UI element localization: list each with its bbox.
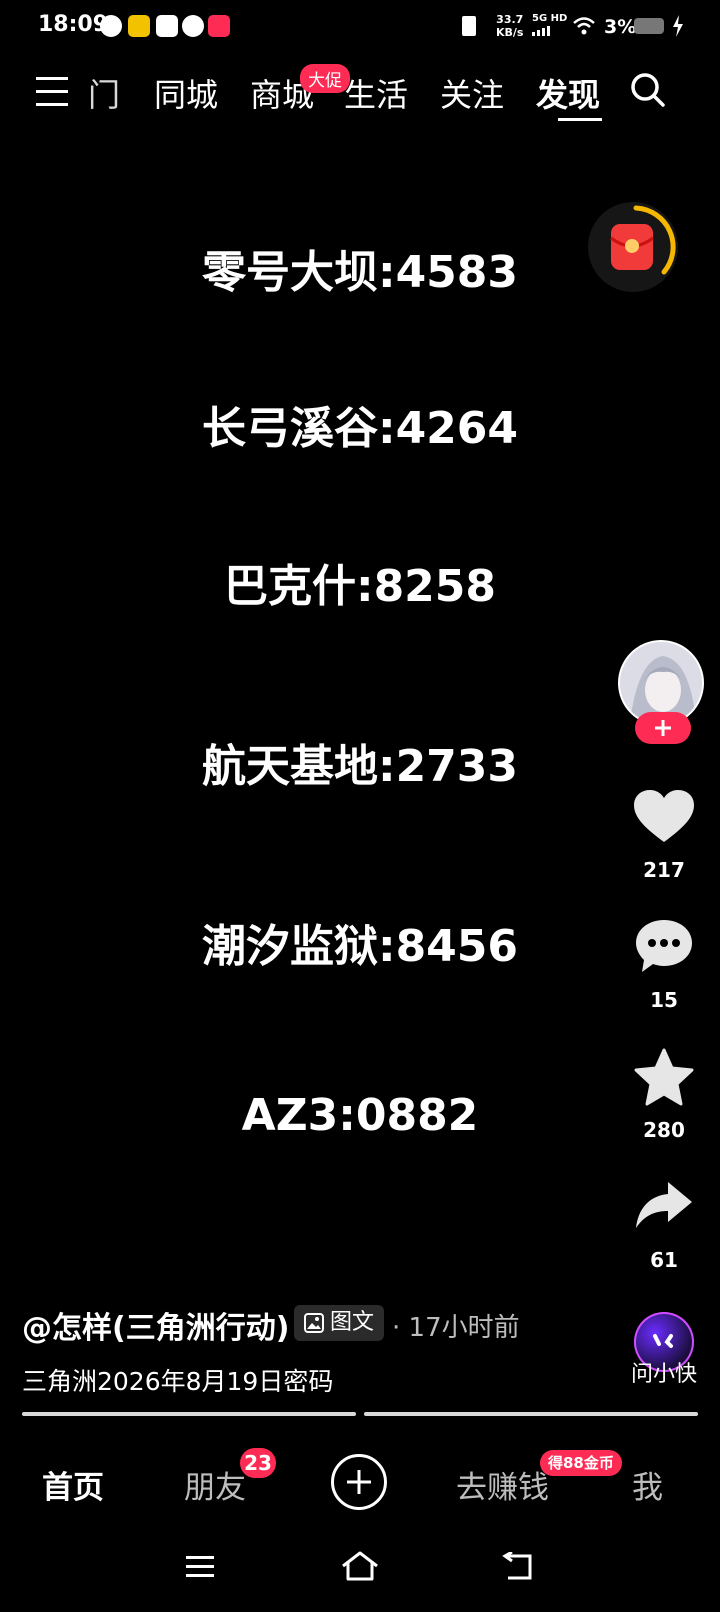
signal-icon xyxy=(532,26,567,36)
map-code-line: 长弓溪谷:4264 xyxy=(201,403,519,454)
status-bar: 18:09 33.7 KB/s 5G HD 3% xyxy=(0,0,720,56)
favorite-count: 280 xyxy=(643,1118,685,1142)
tiktok-icon xyxy=(208,15,230,37)
comment-icon[interactable] xyxy=(634,918,694,974)
post-time: · 17小时前 xyxy=(392,1313,520,1343)
network-speed: 33.7 KB/s xyxy=(496,13,524,39)
follow-button[interactable] xyxy=(635,712,691,744)
map-code-line: 零号大坝:4583 xyxy=(201,247,519,298)
tab-life[interactable]: 生活 xyxy=(344,70,408,116)
message-icon xyxy=(156,15,178,37)
post-type-label: 图文 xyxy=(330,1310,375,1335)
earn-coins-badge: 得88金币 xyxy=(540,1450,622,1476)
friends-badge: 23 xyxy=(240,1448,276,1478)
nav-earn[interactable]: 去赚钱 xyxy=(456,1462,549,1507)
clock: 18:09 xyxy=(38,12,109,37)
music-icon xyxy=(100,15,122,37)
image-progress-segment xyxy=(364,1412,698,1416)
search-icon[interactable] xyxy=(630,72,666,108)
map-code-line: 潮汐监狱:8456 xyxy=(201,921,519,972)
app-icon xyxy=(128,15,150,37)
battery-percent: 3% xyxy=(604,16,637,38)
network-type: 5G HD xyxy=(532,13,567,36)
sim-card-icon xyxy=(462,16,476,36)
tab-following[interactable]: 关注 xyxy=(440,70,504,116)
share-count: 61 xyxy=(650,1248,678,1272)
map-code-line: AZ3:0882 xyxy=(241,1090,479,1141)
post-caption: 三角洲2026年8月19日密码 xyxy=(22,1367,334,1396)
comment-count: 15 xyxy=(650,988,678,1012)
image-progress-segment xyxy=(22,1412,356,1416)
tab-discover[interactable]: 发现 xyxy=(536,70,600,116)
like-count: 217 xyxy=(643,858,685,882)
app-icon xyxy=(182,15,204,37)
author-name[interactable]: @怎样(三角洲行动) xyxy=(22,1303,289,1347)
charging-icon xyxy=(673,15,683,37)
assistant-label: 问小快 xyxy=(630,1362,697,1387)
back-icon[interactable] xyxy=(502,1552,536,1582)
wifi-icon xyxy=(573,17,595,35)
star-icon[interactable] xyxy=(634,1048,694,1106)
tab-nearby[interactable]: 同城 xyxy=(154,70,218,116)
nav-me[interactable]: 我 xyxy=(632,1462,663,1507)
plus-icon xyxy=(655,720,671,736)
active-tab-indicator xyxy=(558,118,602,121)
home-icon[interactable] xyxy=(340,1550,380,1582)
nav-friends[interactable]: 朋友 xyxy=(184,1462,246,1507)
tab-hot[interactable]: 门 xyxy=(88,70,120,116)
create-button[interactable] xyxy=(331,1454,387,1510)
image-icon xyxy=(304,1313,324,1333)
mall-promo-badge: 大促 xyxy=(300,64,350,93)
menu-icon[interactable] xyxy=(36,76,68,106)
battery-icon xyxy=(634,18,664,34)
nav-home[interactable]: 首页 xyxy=(42,1462,104,1507)
share-icon[interactable] xyxy=(634,1180,694,1230)
recents-icon[interactable] xyxy=(184,1554,216,1580)
plus-icon xyxy=(347,1470,371,1494)
map-code-line: 巴克什:8258 xyxy=(223,561,497,612)
post-type-badge: 图文 xyxy=(294,1305,385,1341)
map-code-line: 航天基地:2733 xyxy=(201,741,519,792)
heart-icon[interactable] xyxy=(634,790,694,844)
